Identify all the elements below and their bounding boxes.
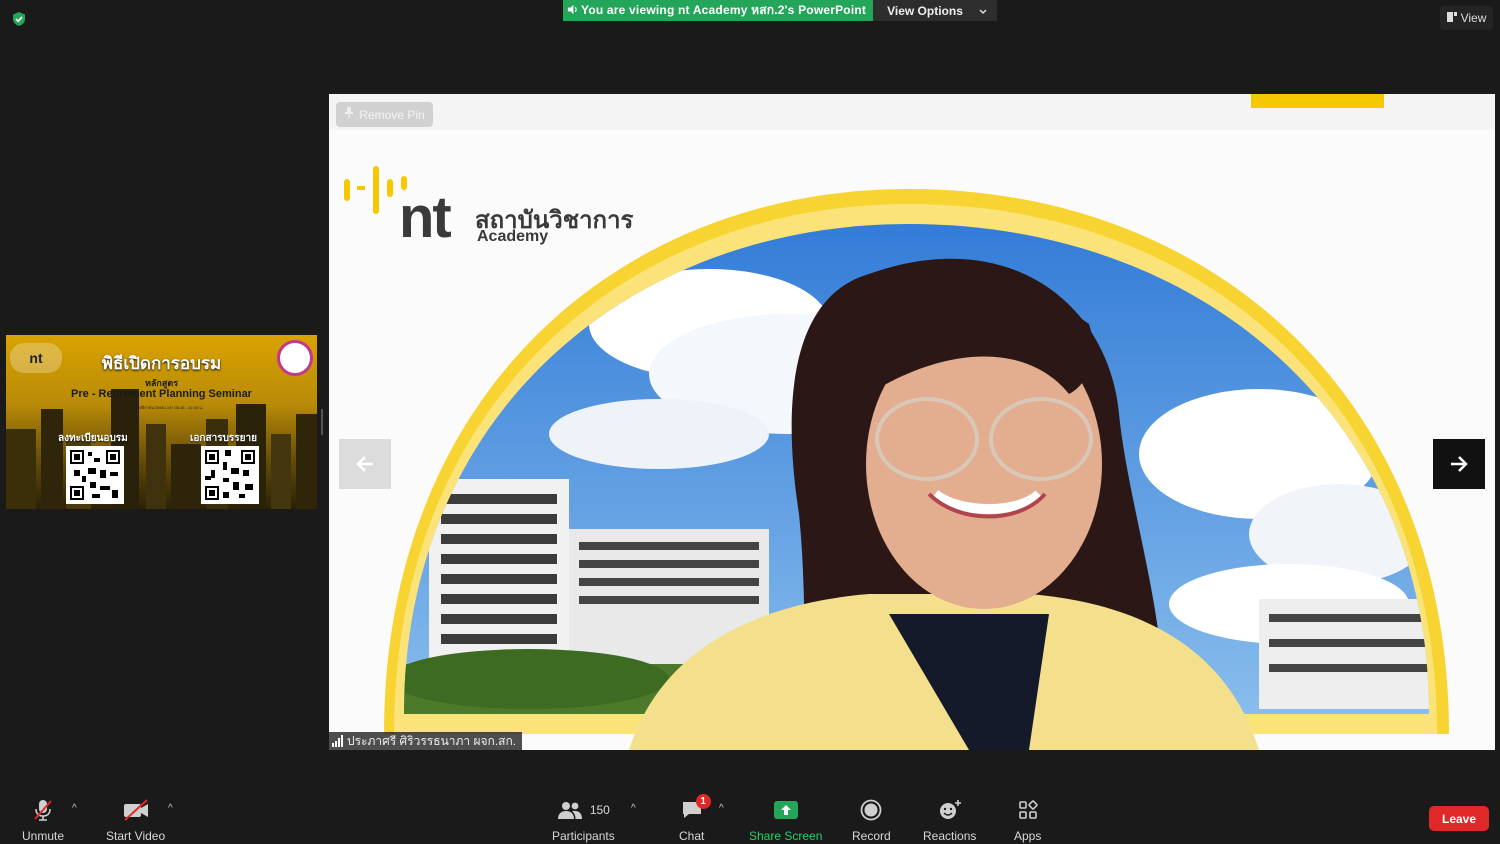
share-screen-label: Share Screen <box>749 829 823 843</box>
reactions-button[interactable]: Reactions <box>923 797 976 843</box>
participant-name-tag: ประภาศรี ศิริวรรธนาภา ผจก.สก. <box>329 732 523 750</box>
chat-unread-badge: 1 <box>695 794 711 809</box>
muted-microphone-icon <box>32 797 54 823</box>
remove-pin-button[interactable]: Remove Pin <box>336 102 433 127</box>
unmute-label: Unmute <box>22 829 65 843</box>
share-screen-button[interactable]: Share Screen <box>749 797 822 843</box>
chat-label: Chat <box>679 829 705 843</box>
thumbnail-date: วันที่ 20 พฤศจิกายน 2566 เวลา 08.45 - 12… <box>119 405 204 410</box>
view-options-label: View Options <box>887 3 963 18</box>
slide-thumbnail[interactable]: nt พิธีเปิดการอบรม หลักสูตร Pre - Retire… <box>6 335 317 509</box>
pin-icon <box>344 107 354 122</box>
speaker-video[interactable]: nt สถาบันวิชาการ Academy <box>329 94 1495 750</box>
next-page-button[interactable] <box>1433 439 1485 489</box>
participant-count: 150 <box>589 803 610 817</box>
apps-button[interactable]: Apps <box>1014 797 1041 843</box>
record-button[interactable]: Record <box>852 797 891 843</box>
share-status: You are viewing nt Academy หสก.2's Power… <box>563 0 874 21</box>
participant-name: ประภาศรี ศิริวรรธนาภา ผจก.สก. <box>347 733 517 748</box>
arrow-right-icon <box>1451 456 1468 472</box>
remove-pin-label: Remove Pin <box>359 107 425 122</box>
record-label: Record <box>852 829 891 843</box>
start-video-label: Start Video <box>106 829 166 843</box>
share-banner: You are viewing nt Academy หสก.2's Power… <box>563 0 997 21</box>
view-options-button[interactable]: View Options <box>873 0 997 21</box>
reactions-icon <box>938 797 962 823</box>
reactions-label: Reactions <box>923 829 977 843</box>
chevron-down-icon <box>979 4 987 18</box>
video-options-caret[interactable]: ^ <box>168 803 173 814</box>
brand-logo-nt: nt <box>399 185 452 250</box>
audio-options-caret[interactable]: ^ <box>72 803 77 814</box>
view-label: View <box>1460 11 1487 25</box>
speaker-icon <box>567 4 578 18</box>
lecture-docs-qr-code <box>201 446 259 504</box>
share-banner-text: You are viewing nt Academy หสก.2's Power… <box>581 3 867 17</box>
view-layout-icon <box>1446 11 1457 25</box>
speaker-background-image <box>329 94 1495 750</box>
thumbnail-resize-handle[interactable] <box>321 409 323 435</box>
qr-right-label: เอกสารบรรยาย <box>190 433 257 444</box>
participants-button[interactable]: 150 Participants <box>552 797 615 843</box>
apps-icon <box>1018 797 1038 823</box>
brand-en-name: Academy <box>477 228 549 245</box>
share-screen-icon <box>773 797 798 823</box>
start-video-button[interactable]: Start Video <box>106 797 165 843</box>
participants-label: Participants <box>552 829 615 843</box>
chat-options-caret[interactable]: ^ <box>719 803 724 814</box>
arrow-left-icon <box>356 456 373 472</box>
security-shield-icon[interactable] <box>11 11 27 27</box>
chat-button[interactable]: 1 Chat <box>679 794 711 843</box>
unmute-button[interactable]: Unmute <box>22 797 64 843</box>
apps-label: Apps <box>1014 829 1042 843</box>
participants-icon <box>557 802 582 819</box>
leave-button[interactable]: Leave <box>1429 806 1489 831</box>
registration-qr-code <box>66 446 124 504</box>
signal-strength-icon <box>332 735 343 747</box>
previous-page-button[interactable] <box>339 439 391 489</box>
qr-left-label: ลงทะเบียนอบรม <box>58 433 128 444</box>
participants-options-caret[interactable]: ^ <box>631 803 636 814</box>
record-icon <box>860 797 882 823</box>
view-button[interactable]: View <box>1440 6 1493 30</box>
thumbnail-course-name: Pre - Retirement Planning Seminar <box>71 388 252 400</box>
video-off-icon <box>122 797 150 823</box>
thumbnail-title: พิธีเปิดการอบรม <box>101 354 222 373</box>
